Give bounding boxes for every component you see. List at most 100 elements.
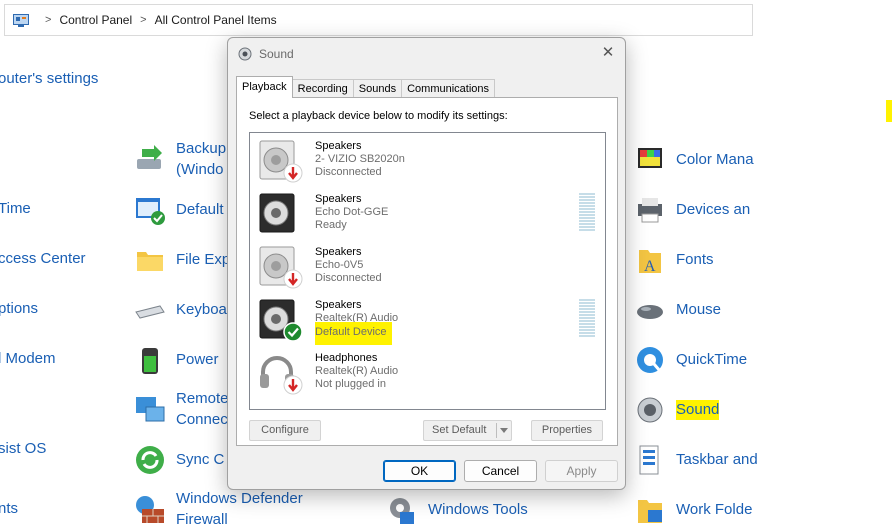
cp-item-defender-line1: Windows Defender <box>176 490 303 507</box>
tab-communications[interactable]: Communications <box>401 79 496 98</box>
windows-tools-icon <box>390 498 414 524</box>
firewall-icon <box>136 496 164 523</box>
control-panel-icon <box>13 13 29 27</box>
dialog-title-bar[interactable]: Sound <box>228 38 625 69</box>
apply-button[interactable]: Apply <box>545 460 618 482</box>
ok-button[interactable]: OK <box>383 460 456 482</box>
cp-item-power-options[interactable]: Power <box>134 344 219 376</box>
folder-options-icon <box>137 252 163 271</box>
cp-item-quicktime[interactable]: QuickTime <box>634 344 747 376</box>
device-subtitle: Echo Dot-GGE <box>315 206 389 218</box>
tab-playback[interactable]: Playback <box>236 76 293 98</box>
device-status: Not plugged in <box>315 378 386 390</box>
close-icon[interactable]: ✕ <box>599 44 617 62</box>
set-default-label: Set Default <box>432 424 487 436</box>
speaker-icon <box>259 299 303 342</box>
cp-item-sound[interactable]: Sound <box>634 394 720 426</box>
cp-item-windows-tools-label: Windows Tools <box>428 501 528 518</box>
device-item[interactable]: Speakers Echo Dot-GGE Ready <box>257 191 597 243</box>
taskbar-icon <box>639 445 659 475</box>
instruction-text: Select a playback device below to modify… <box>249 110 508 122</box>
cp-item-sync-label: Sync C <box>176 451 225 468</box>
backup-icon <box>137 145 162 169</box>
color-management-icon <box>638 148 662 168</box>
device-status: Disconnected <box>315 272 382 284</box>
svg-text:A: A <box>644 258 656 275</box>
speaker-icon <box>259 193 295 233</box>
cp-item-devices-printers[interactable]: Devices an <box>634 194 750 226</box>
cp-item-windows-tools[interactable]: Windows Tools <box>386 494 528 524</box>
dialog-title: Sound <box>259 46 294 61</box>
work-folders-icon <box>638 500 662 523</box>
device-status: Ready <box>315 219 347 231</box>
cp-item-mouse-label: Mouse <box>676 301 722 318</box>
device-status: Default Device <box>315 322 392 345</box>
cp-item-default-programs-label: Default <box>176 201 224 218</box>
device-name: Headphones <box>315 352 378 364</box>
device-item[interactable]: Speakers 2- VIZIO SB2020n Disconnected <box>257 138 597 190</box>
split-divider <box>496 423 497 438</box>
remote-desktop-icon <box>136 397 165 422</box>
cp-item-color-management[interactable]: Color Mana <box>634 144 754 176</box>
cp-item-mouse[interactable]: Mouse <box>634 294 721 326</box>
properties-button[interactable]: Properties <box>531 420 603 441</box>
cp-item-speech[interactable]: sist OS <box>0 438 46 459</box>
device-item[interactable]: Speakers Realtek(R) Audio Default Device <box>257 297 597 349</box>
volume-meter <box>579 299 595 337</box>
breadcrumb-control-panel[interactable]: Control Panel <box>59 13 132 27</box>
battery-icon <box>142 348 158 374</box>
device-name: Speakers <box>315 299 362 311</box>
sound-dialog: Sound ✕ Playback Recording Sounds Commun… <box>227 37 626 490</box>
chevron-right-icon: > <box>140 14 147 26</box>
cp-item-work-folders-label: Work Folde <box>676 501 753 518</box>
highlight-mark <box>886 100 892 122</box>
headphones-icon <box>260 356 303 395</box>
fonts-icon: A <box>639 250 661 275</box>
cp-item-backup-line1: Backup <box>176 140 227 157</box>
cp-item-work-folders[interactable]: Work Folde <box>634 494 752 524</box>
cancel-button[interactable]: Cancel <box>464 460 537 482</box>
volume-meter <box>579 193 595 231</box>
playback-panel: Select a playback device below to modify… <box>236 97 618 446</box>
cp-item-file-explorer-options[interactable]: File Exp <box>134 244 230 276</box>
control-panel-window: > Control Panel > All Control Panel Item… <box>0 0 894 524</box>
chevron-down-icon[interactable] <box>500 428 508 433</box>
cp-item-remote-line1: Remote <box>176 390 229 407</box>
tab-sounds[interactable]: Sounds <box>352 79 403 98</box>
cp-item-taskbar-navigation[interactable]: Taskbar and <box>634 444 758 476</box>
cp-item-keyboard[interactable]: Keyboa <box>134 294 227 326</box>
device-item[interactable]: Headphones Realtek(R) Audio Not plugged … <box>257 350 597 402</box>
cp-item-file-explorer-label: File Exp <box>176 251 231 268</box>
cp-item-defender-line2: Firewall <box>176 511 228 524</box>
set-default-button[interactable]: Set Default <box>423 420 512 441</box>
cp-item-remote-line2: Connec <box>176 411 228 428</box>
device-item[interactable]: Speakers Echo-0V5 Disconnected <box>257 244 597 296</box>
cp-item-default-programs[interactable]: Default <box>134 194 224 226</box>
cp-item-keyboard-label: Keyboa <box>176 301 227 318</box>
cp-item-ease-of-access[interactable]: ccess Center <box>0 248 86 269</box>
speaker-icon <box>637 397 663 423</box>
keyboard-icon <box>135 305 165 319</box>
cp-item-phone-modem[interactable]: l Modem <box>0 348 56 369</box>
cp-item-date-time[interactable]: Time <box>0 198 31 219</box>
device-name: Speakers <box>315 193 362 205</box>
device-name: Speakers <box>315 140 362 152</box>
cp-item-power-label: Power <box>176 351 219 368</box>
address-bar[interactable]: > Control Panel > All Control Panel Item… <box>4 4 753 36</box>
cp-item-sync-center[interactable]: Sync C <box>134 444 224 476</box>
breadcrumb-all-items[interactable]: All Control Panel Items <box>155 13 277 27</box>
printer-icon <box>638 198 662 223</box>
cp-item-indexing-options[interactable]: ptions <box>0 298 38 319</box>
page-heading[interactable]: outer's settings <box>0 70 98 87</box>
device-list[interactable]: Speakers 2- VIZIO SB2020n Disconnected S… <box>249 132 606 410</box>
sync-icon <box>136 446 164 474</box>
tab-recording[interactable]: Recording <box>291 79 354 98</box>
cp-item-user-accounts[interactable]: nts <box>0 498 18 519</box>
cp-item-quicktime-label: QuickTime <box>676 351 748 368</box>
cp-item-backup[interactable]: Backup (Windo <box>134 138 226 180</box>
cp-item-remote-app[interactable]: Remote Connec <box>134 388 229 430</box>
cp-item-fonts[interactable]: A Fonts <box>634 244 714 276</box>
default-programs-icon <box>136 198 165 225</box>
configure-button[interactable]: Configure <box>249 420 321 441</box>
cp-item-windows-defender-firewall[interactable]: Windows Defender Firewall <box>134 488 303 524</box>
